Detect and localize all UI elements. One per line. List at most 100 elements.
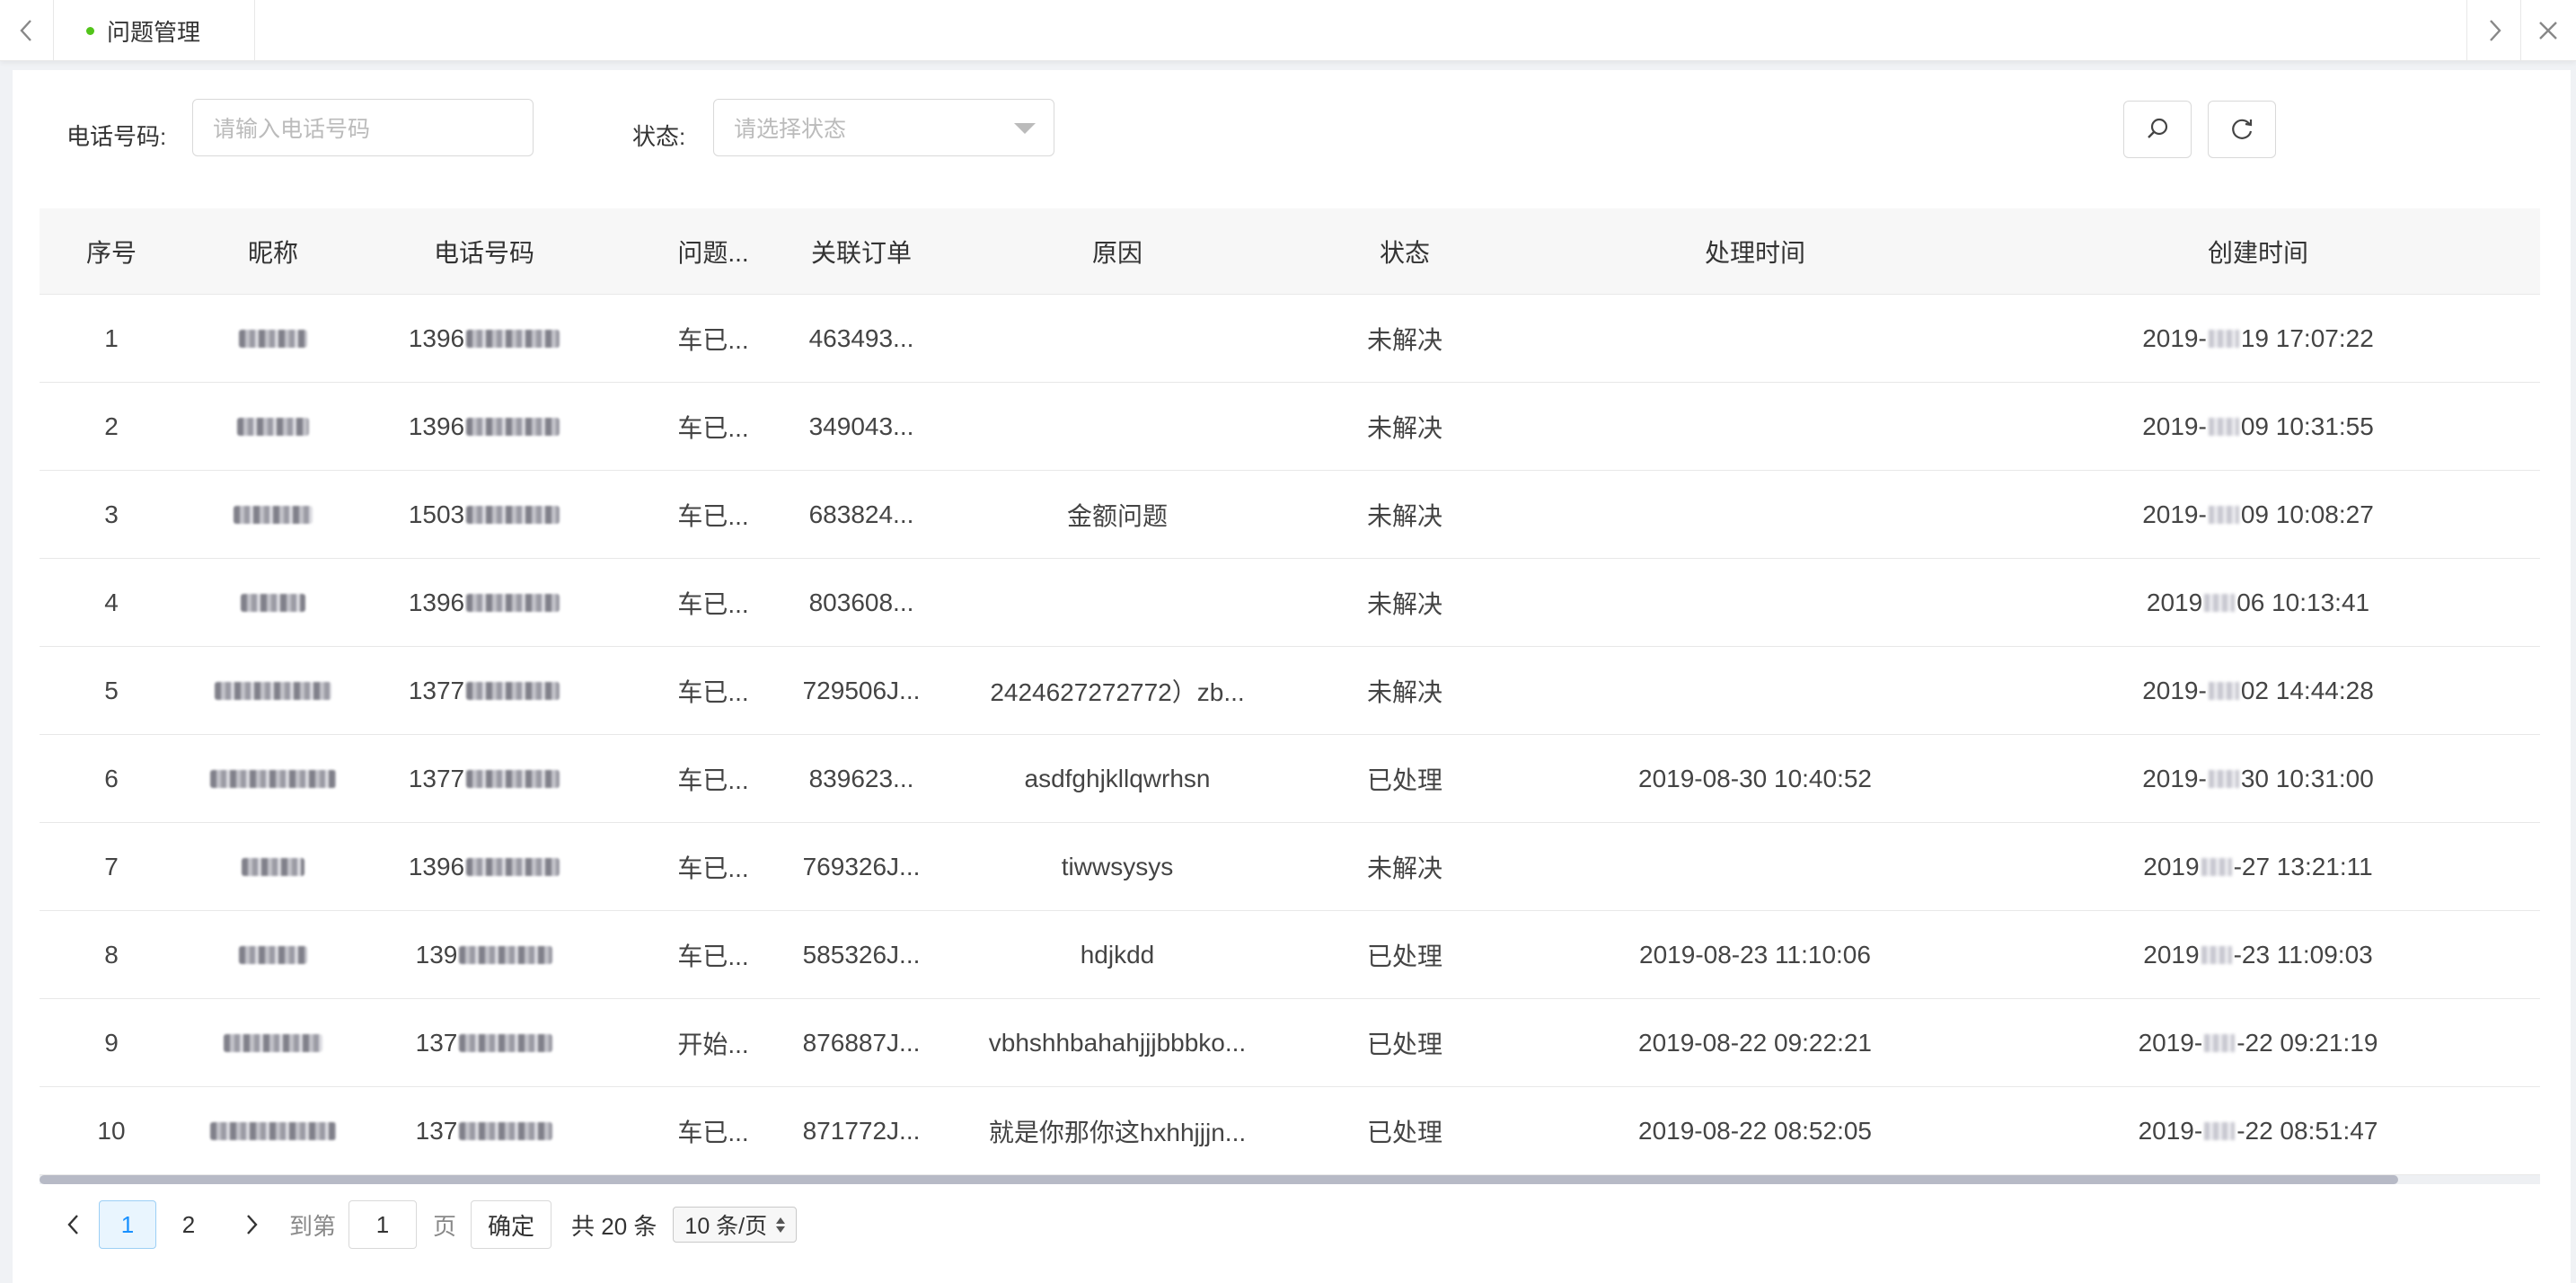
phone-prefix: 1396 xyxy=(408,323,465,352)
redacted-nickname xyxy=(215,681,331,700)
cell-reason: 就是你那你这hxhhjjjn... xyxy=(988,1118,1247,1146)
table-row[interactable]: 6 1377 车已... 839623... asdfghjkllqwrhsn 已处理 20… xyxy=(40,735,2540,823)
cell-created-time: 2019- 30 10:31:00 xyxy=(2087,735,2429,822)
horizontal-scrollbar[interactable] xyxy=(40,1175,2540,1184)
goto-confirm-button[interactable]: 确定 xyxy=(471,1200,552,1249)
chevron-right-icon xyxy=(2489,20,2501,41)
cell-nickname xyxy=(192,471,354,558)
cell-created-time: 2019- 09 10:08:27 xyxy=(2087,471,2429,558)
page-size-value: 10 条/页 xyxy=(684,1214,768,1239)
cell-phone: 139 xyxy=(390,911,578,998)
page-2-button[interactable]: 2 xyxy=(160,1200,217,1249)
cell-issue: 车已... xyxy=(677,942,749,970)
cell-phone: 1396 xyxy=(390,559,578,646)
cell-order: 729506J... xyxy=(802,676,921,704)
cell-phone: 1396 xyxy=(390,383,578,470)
col-header-order: 关联订单 xyxy=(810,238,912,267)
redacted-phone xyxy=(466,593,560,612)
cell-reason: tiwwsysys xyxy=(1061,852,1174,880)
prev-page-button[interactable] xyxy=(52,1203,95,1246)
status-placeholder: 请选择状态 xyxy=(734,117,847,142)
tab-issue-management[interactable]: 问题管理 xyxy=(54,0,255,61)
created-rest: 06 10:13:41 xyxy=(2236,588,2370,616)
created-year: 2019- xyxy=(2138,1028,2203,1057)
cell-index: 9 xyxy=(104,1028,119,1057)
cell-nickname xyxy=(192,823,354,910)
table-row[interactable]: 10 137 车已... 871772J... 就是你那你这hxhhjjjn... 已处理… xyxy=(40,1087,2540,1175)
col-header-nickname: 昵称 xyxy=(247,238,298,267)
cell-reason: 金额问题 xyxy=(1066,501,1168,530)
cell-reason: 2424627272772）zb... xyxy=(990,677,1245,706)
table-row[interactable]: 2 1396 车已... 349043... 未解决 2019- 09 10:31:55 xyxy=(40,383,2540,471)
redacted-month xyxy=(2204,1121,2236,1140)
cell-created-time: 2019- 19 17:07:22 xyxy=(2087,295,2429,382)
created-rest: 09 10:31:55 xyxy=(2240,411,2374,440)
cell-created-time: 2019 -27 13:21:11 xyxy=(2087,823,2429,910)
table-body: 1 1396 车已... 463493... 未解决 2019- 19 17:07:22 2 1… xyxy=(40,295,2540,1175)
cell-handled-time xyxy=(1584,471,1926,558)
redacted-nickname xyxy=(237,417,309,436)
col-header-reason: 原因 xyxy=(1091,238,1142,267)
cell-handled-time: 2019-08-23 11:10:06 xyxy=(1639,940,1871,969)
cell-nickname xyxy=(192,735,354,822)
total-count: 共 20 条 xyxy=(571,1212,657,1240)
tab-status-dot xyxy=(86,26,94,35)
chevron-down-icon xyxy=(1014,123,1036,134)
table-row[interactable]: 7 1396 车已... 769326J... tiwwsysys 未解决 2019 -27 … xyxy=(40,823,2540,911)
phone-prefix: 137 xyxy=(415,1028,458,1057)
redacted-phone xyxy=(466,857,560,876)
redacted-month xyxy=(2208,769,2239,788)
cell-status: 已处理 xyxy=(1366,1030,1442,1058)
created-rest: -22 09:21:19 xyxy=(2236,1028,2378,1057)
redacted-phone xyxy=(459,945,553,964)
next-page-button[interactable] xyxy=(230,1203,273,1246)
cell-order: 839623... xyxy=(808,764,914,792)
page-size-select[interactable]: 10 条/页 xyxy=(673,1207,798,1243)
cell-issue: 车已... xyxy=(677,325,749,354)
cell-index: 5 xyxy=(104,676,119,704)
tab-close-button[interactable] xyxy=(2520,0,2574,61)
cell-created-time: 2019- 09 10:31:55 xyxy=(2087,383,2429,470)
status-select[interactable]: 请选择状态 xyxy=(713,99,1054,156)
tab-next-button[interactable] xyxy=(2466,0,2520,61)
table-row[interactable]: 9 137 开始... 876887J... vbhshhbahahjjjbbbko..… xyxy=(40,999,2540,1087)
cell-reason: asdfghjkllqwrhsn xyxy=(1024,764,1211,792)
cell-issue: 车已... xyxy=(677,501,749,530)
goto-page-input[interactable]: 1 xyxy=(348,1200,418,1249)
cell-handled-time xyxy=(1584,647,1926,734)
phone-placeholder: 请输入电话号码 xyxy=(213,117,371,142)
redacted-phone xyxy=(459,1121,553,1140)
tab-prev-button[interactable] xyxy=(0,0,54,61)
cell-issue: 车已... xyxy=(677,854,749,882)
table-header: 序号 昵称 电话号码 问题... 关联订单 原因 状态 处理时间 创建时间 xyxy=(40,208,2540,295)
created-year: 2019- xyxy=(2142,323,2207,352)
redacted-month xyxy=(2208,417,2239,436)
redacted-nickname xyxy=(210,769,336,788)
cell-handled-time: 2019-08-30 10:40:52 xyxy=(1638,764,1872,792)
table-row[interactable]: 3 1503 车已... 683824... 金额问题 未解决 2019- 09 10:08:… xyxy=(40,471,2540,559)
created-year: 2019- xyxy=(2142,500,2207,528)
table-row[interactable]: 8 139 车已... 585326J... hdjkdd 已处理 2019-08-23 1… xyxy=(40,911,2540,999)
phone-prefix: 1377 xyxy=(408,764,465,792)
redacted-nickname xyxy=(239,329,307,348)
cell-status: 未解决 xyxy=(1366,501,1442,530)
cell-status: 未解决 xyxy=(1366,325,1442,354)
redacted-nickname xyxy=(242,857,304,876)
page-1-button[interactable]: 1 xyxy=(99,1200,156,1249)
cell-handled-time: 2019-08-22 08:52:05 xyxy=(1638,1116,1872,1145)
refresh-icon xyxy=(2232,119,2253,139)
refresh-button[interactable] xyxy=(2208,101,2276,158)
phone-label: 电话号码: xyxy=(66,123,167,150)
created-year: 2019- xyxy=(2142,764,2207,792)
table-row[interactable]: 5 1377 车已... 729506J... 2424627272772）zb... 未… xyxy=(40,647,2540,735)
table-row[interactable]: 4 1396 车已... 803608... 未解决 2019 06 10:13:41 xyxy=(40,559,2540,647)
scrollbar-thumb[interactable] xyxy=(40,1175,2398,1184)
cell-phone: 1377 xyxy=(390,647,578,734)
col-header-handled-time: 处理时间 xyxy=(1704,238,1805,267)
cell-nickname xyxy=(192,911,354,998)
search-button[interactable] xyxy=(2123,101,2192,158)
phone-input[interactable]: 请输入电话号码 xyxy=(192,99,534,156)
table-row[interactable]: 1 1396 车已... 463493... 未解决 2019- 19 17:07:22 xyxy=(40,295,2540,383)
phone-prefix: 139 xyxy=(415,940,458,969)
created-year: 2019- xyxy=(2138,1116,2203,1145)
